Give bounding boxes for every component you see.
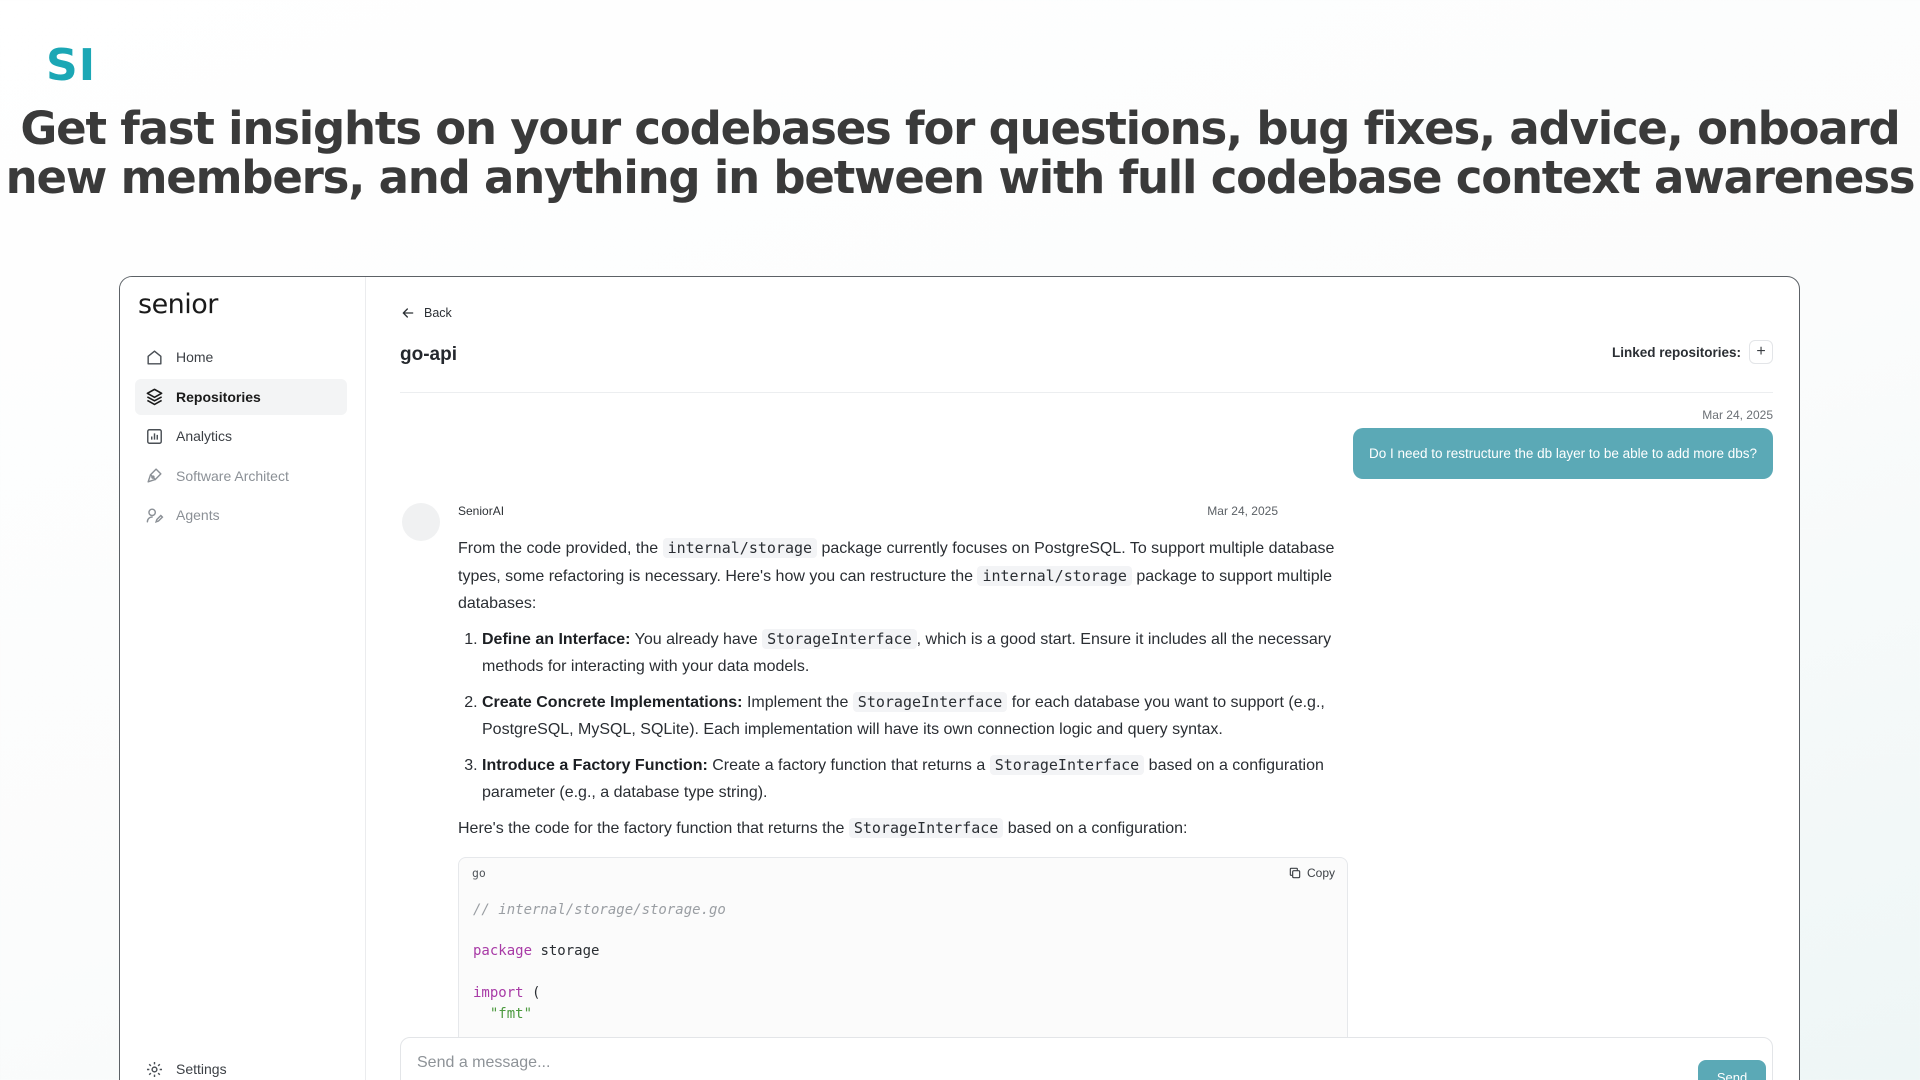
sidebar-nav: Home Repositories Analytics Software Arc… <box>135 339 347 537</box>
text-segment: Here's the code for the factory function… <box>458 819 849 837</box>
sidebar-settings-section: Settings <box>135 1051 347 1080</box>
sidebar-item-software-architect[interactable]: Software Architect <box>135 458 347 494</box>
code-identifier: storage <box>532 943 600 960</box>
pen-tool-icon <box>147 468 162 483</box>
page-headline: Get fast insights on your codebases for … <box>0 104 1920 202</box>
bar-chart-icon <box>147 428 162 444</box>
back-label: Back <box>424 306 452 320</box>
code-comment: // internal/storage/storage.go <box>473 902 726 918</box>
layers-icon <box>146 388 163 406</box>
steps-list: Define an Interface: You already have St… <box>482 626 1348 807</box>
sidebar-item-label: Home <box>176 349 214 365</box>
text-segment: based on a configuration: <box>1003 819 1188 837</box>
step-title: Create Concrete Implementations: <box>482 693 743 711</box>
inline-code: internal/storage <box>977 565 1132 586</box>
headline-line-1: Get fast insights on your codebases for … <box>20 102 1900 155</box>
user-edit-icon <box>146 507 164 523</box>
linked-repositories: Linked repositories: + <box>1612 340 1773 364</box>
divider <box>400 392 1773 393</box>
app-logo[interactable]: senior <box>138 289 218 320</box>
step-title: Introduce a Factory Function: <box>482 756 708 774</box>
copy-icon <box>1289 867 1301 879</box>
brand-logo: SI <box>46 40 97 91</box>
code-keyword: import <box>473 984 524 1001</box>
list-item: Define an Interface: You already have St… <box>482 626 1348 681</box>
gear-icon <box>146 1061 163 1077</box>
app-window: senior Home Repositories Analytics Softw… <box>119 276 1800 1080</box>
inline-code: StorageInterface <box>989 754 1145 775</box>
step-title: Define an Interface: <box>482 630 631 648</box>
ai-paragraph-code-intro: Here's the code for the factory function… <box>458 815 1348 843</box>
sidebar: senior Home Repositories Analytics Softw… <box>120 277 366 1080</box>
sidebar-item-settings[interactable]: Settings <box>135 1051 347 1080</box>
sidebar-item-label: Software Architect <box>176 467 289 484</box>
sidebar-item-home[interactable]: Home <box>135 339 347 375</box>
linked-repositories-label: Linked repositories: <box>1611 344 1741 360</box>
sidebar-item-repositories[interactable]: Repositories <box>135 378 347 415</box>
headline-line-2: new members, and anything in between wit… <box>5 151 1916 204</box>
inline-code: StorageInterface <box>852 691 1008 712</box>
code-keyword: package <box>473 943 533 960</box>
add-repository-button[interactable]: + <box>1749 340 1773 364</box>
sidebar-item-label: Agents <box>176 507 220 523</box>
user-message-bubble: Do I need to restructure the db layer to… <box>1353 428 1773 479</box>
user-message-date: Mar 24, 2025 <box>1702 408 1773 422</box>
text-segment: You already have <box>630 630 763 648</box>
list-item: Create Concrete Implementations: Impleme… <box>482 689 1348 744</box>
sidebar-item-analytics[interactable]: Analytics <box>135 418 347 454</box>
text-segment: From the code provided, the <box>458 540 663 557</box>
code-string: "fmt" <box>489 1005 533 1022</box>
page-title: go-api <box>400 344 457 365</box>
ai-message-body: From the code provided, the internal/sto… <box>458 535 1348 850</box>
code-language-label: go <box>472 866 486 880</box>
sidebar-item-label: Repositories <box>176 388 261 405</box>
text-segment: Implement the <box>742 693 853 711</box>
sidebar-item-label: Analytics <box>176 428 233 444</box>
ai-message-date: Mar 24, 2025 <box>1207 504 1278 518</box>
message-input[interactable] <box>417 1054 1317 1072</box>
sidebar-item-label: Settings <box>176 1061 227 1077</box>
main-panel: Back go-api Linked repositories: + Mar 2… <box>366 277 1799 1080</box>
copy-label: Copy <box>1306 866 1335 880</box>
ai-paragraph-intro: From the code provided, the internal/sto… <box>458 535 1348 618</box>
arrow-left-icon <box>402 308 414 318</box>
back-button[interactable]: Back <box>400 305 452 321</box>
code-block: go Copy // internal/storage/storage.go p… <box>458 857 1348 1057</box>
ai-sender-name: SeniorAI <box>458 504 505 518</box>
copy-button[interactable]: Copy <box>1288 866 1335 880</box>
avatar <box>402 503 440 541</box>
inline-code: StorageInterface <box>762 628 917 649</box>
code-punctuation: ( <box>523 984 541 1001</box>
inline-code: StorageInterface <box>848 817 1004 838</box>
home-icon <box>147 349 162 365</box>
message-composer: Send <box>400 1037 1773 1080</box>
code-content: // internal/storage/storage.go package s… <box>473 900 726 1024</box>
send-button[interactable]: Send <box>1698 1060 1766 1080</box>
inline-code: internal/storage <box>662 538 818 558</box>
list-item: Introduce a Factory Function: Create a f… <box>482 752 1348 807</box>
sidebar-item-agents[interactable]: Agents <box>135 497 347 533</box>
text-segment: Create a factory function that returns a <box>707 756 990 774</box>
